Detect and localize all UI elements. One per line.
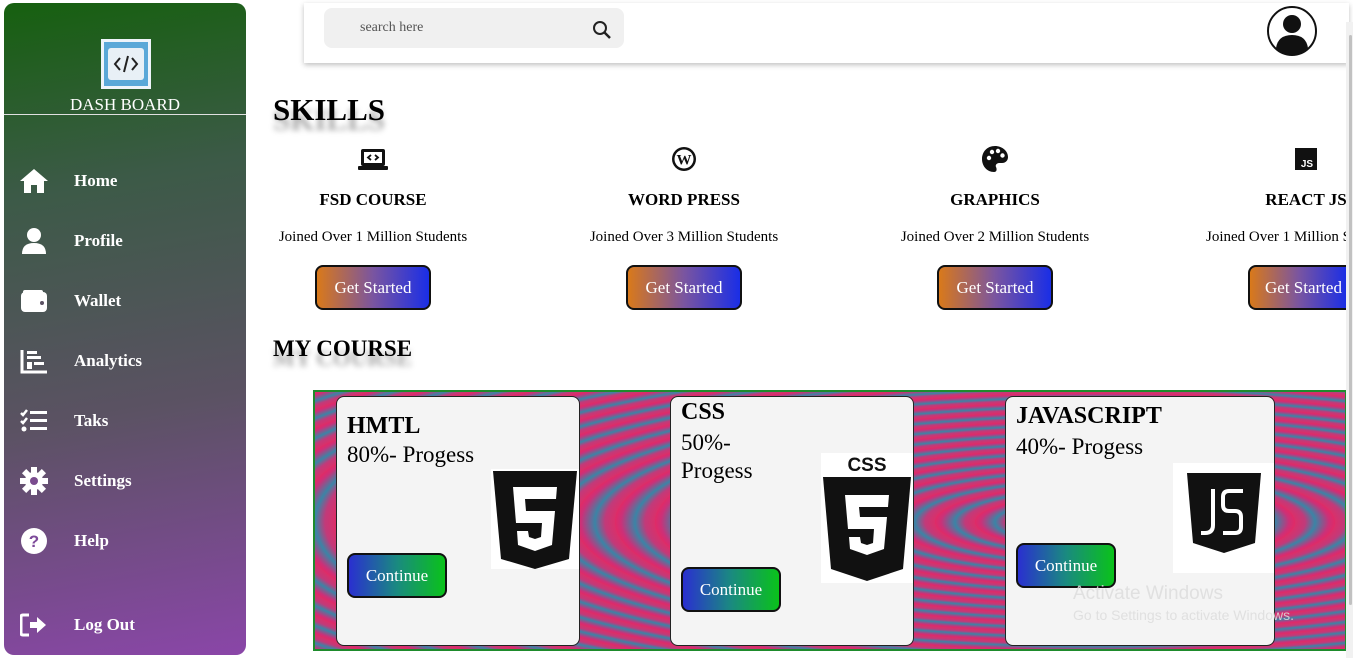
sidebar-divider [4,114,246,115]
sidebar-item-label: Settings [74,471,132,490]
continue-button[interactable]: Continue [1016,543,1116,588]
top-bar [304,3,1349,63]
css3-icon: CSS [821,453,913,588]
skill-desc: Joined Over 1 Million Students [278,229,468,245]
skill-name: REACT JS [1265,190,1347,209]
sidebar-item-label: Help [74,531,109,550]
skill-desc: Joined Over 1 Million Students [1206,229,1347,245]
home-icon [19,166,49,196]
continue-button[interactable]: Continue [347,553,447,598]
gear-icon [19,466,49,496]
course-title: JAVASCRIPT [1016,403,1162,429]
dashboard-logo [101,39,151,89]
user-avatar-icon [1267,6,1317,56]
course-progress: 50%- Progess [681,430,753,483]
sidebar-item-profile[interactable]: Profile [4,221,246,261]
skills-title: SKILLS [273,92,386,127]
sidebar-item-help[interactable]: ? Help [4,521,246,561]
sidebar-item-label: Taks [74,411,109,430]
sidebar-item-settings[interactable]: Settings [4,461,246,501]
sidebar: DASH BOARD Home Profile Wallet Analytics… [4,3,246,655]
sidebar-item-home[interactable]: Home [4,161,246,201]
get-started-button[interactable]: Get Started [626,265,742,310]
search-box [324,8,624,48]
chart-icon [19,346,49,376]
skill-name: WORD PRESS [628,190,740,209]
get-started-button[interactable]: Get Started [315,265,431,310]
continue-button[interactable]: Continue [681,567,781,612]
help-icon: ? [19,526,49,556]
svg-text:CSS: CSS [847,455,886,476]
my-course-title: MY COURSE [273,336,413,361]
course-progress: 40%- Progess [1016,434,1144,459]
laptop-code-icon [358,144,388,174]
course-title: CSS [681,399,726,425]
sidebar-item-label: Profile [74,231,123,250]
skill-name: FSD COURSE [319,190,427,209]
avatar[interactable] [1266,5,1318,57]
search-icon[interactable] [592,20,612,40]
wallet-icon [19,286,49,316]
javascript-icon [1173,463,1274,578]
course-card-html: HMTL 80%- Progess Continue [336,396,580,646]
course-progress: 80%- Progess [347,442,475,467]
skill-desc: Joined Over 3 Million Students [589,229,779,245]
skill-name: GRAPHICS [950,190,1040,209]
svg-text:W: W [677,153,692,169]
svg-text:?: ? [29,532,39,551]
sidebar-item-label: Log Out [74,615,135,634]
user-icon [19,226,49,256]
get-started-button[interactable]: Get Started [1248,265,1347,310]
palette-icon [980,144,1010,174]
course-title: HMTL [347,413,421,439]
sidebar-item-logout[interactable]: Log Out [4,605,246,645]
sidebar-item-wallet[interactable]: Wallet [4,281,246,321]
get-started-button[interactable]: Get Started [937,265,1053,310]
sidebar-item-label: Home [74,171,118,190]
search-input[interactable] [360,18,580,38]
activate-windows-title: Activate Windows [1073,583,1223,604]
tasks-icon [19,406,49,436]
sidebar-item-analytics[interactable]: Analytics [4,341,246,381]
course-card-css: CSS 50%- Progess CSS Continue [670,396,914,646]
svg-text:JS: JS [1301,159,1314,170]
activate-windows-subtitle: Go to Settings to activate Windows. [1073,607,1294,623]
html5-icon [491,469,579,574]
logout-icon [19,610,49,640]
brand-title: DASH BOARD [69,95,181,114]
skill-desc: Joined Over 2 Million Students [900,229,1090,245]
sidebar-item-label: Analytics [74,351,142,370]
js-icon: JS [1291,144,1321,174]
scrollbar-thumb[interactable] [1349,35,1352,605]
sidebar-item-label: Wallet [74,291,122,310]
sidebar-item-tasks[interactable]: Taks [4,401,246,441]
wordpress-icon: W [669,144,699,174]
code-icon [113,55,139,73]
